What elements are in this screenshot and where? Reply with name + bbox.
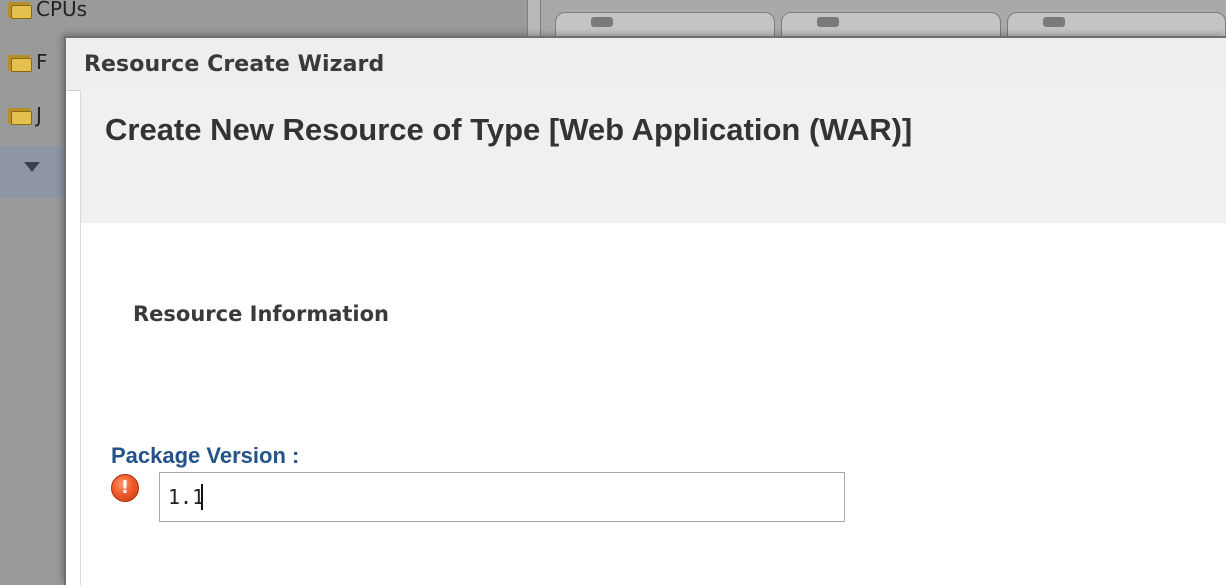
wizard-step-title: Create New Resource of Type [Web Applica… (105, 112, 913, 147)
section-title: Resource Information (133, 302, 389, 326)
tree-item-label: F (36, 50, 48, 74)
dialog-title: Resource Create Wizard (84, 51, 385, 77)
camera-icon (817, 17, 839, 27)
tree-item-f[interactable]: F (8, 47, 48, 77)
tree-item-label: CPUs (36, 0, 88, 21)
folder-icon (8, 52, 32, 72)
tree-item-label: J (36, 103, 42, 127)
error-icon: ! (111, 474, 139, 502)
wizard-header: Create New Resource of Type [Web Applica… (81, 90, 1226, 223)
expand-triangle-icon[interactable] (24, 162, 40, 172)
dialog-body: Create New Resource of Type [Web Applica… (80, 90, 1226, 585)
resource-create-wizard-dialog: Resource Create Wizard Create New Resour… (64, 36, 1226, 585)
tab-icon (1043, 17, 1065, 27)
dialog-titlebar[interactable]: Resource Create Wizard (66, 38, 1226, 91)
package-version-label: Package Version : (111, 443, 300, 468)
folder-icon (8, 0, 32, 19)
tree-item-j[interactable]: J (8, 100, 42, 130)
text-caret (201, 484, 203, 510)
folder-icon (8, 105, 32, 125)
package-version-input[interactable] (159, 472, 845, 522)
tab-icon (591, 17, 613, 27)
tree-item-cpus[interactable]: CPUs (8, 0, 87, 24)
